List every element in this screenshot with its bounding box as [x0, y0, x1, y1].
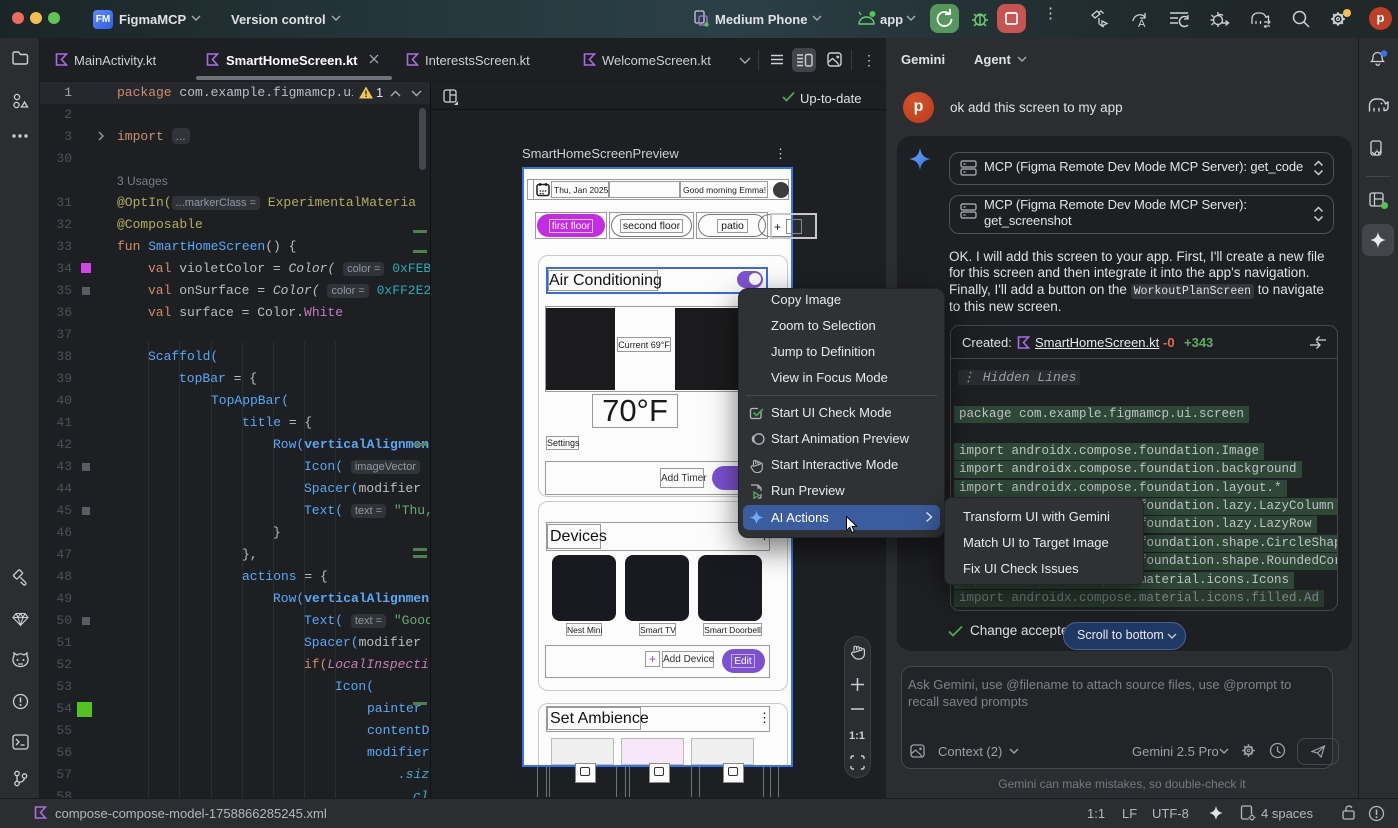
svg-text:A: A — [1138, 18, 1146, 29]
